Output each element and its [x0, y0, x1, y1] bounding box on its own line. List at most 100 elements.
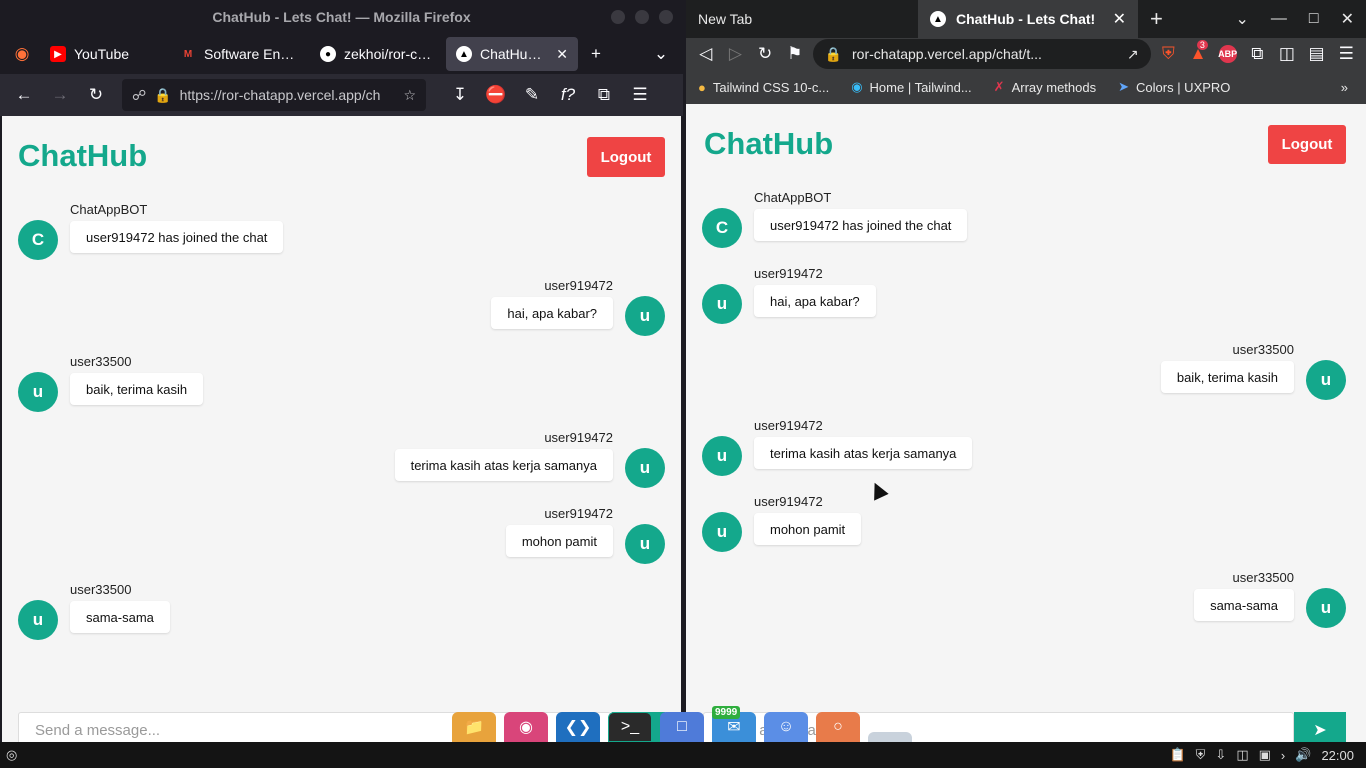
ublock-icon[interactable]: ⛔: [480, 79, 512, 111]
tab-label: ChatHub - Lets Chat!: [480, 46, 548, 62]
menu-icon[interactable]: ☰: [1334, 38, 1358, 70]
avatar: u: [18, 372, 58, 412]
adblock-icon[interactable]: ABP: [1216, 38, 1240, 70]
window-app-icon[interactable]: □: [660, 712, 704, 742]
desktop: ChatHub - Lets Chat! — Mozilla Firefox ◉…: [0, 0, 1366, 768]
github-icon: ●: [320, 46, 336, 62]
close-button[interactable]: [659, 10, 673, 24]
message-bubble: hai, apa kabar?: [754, 285, 876, 317]
tab-new-tab[interactable]: New Tab: [686, 0, 918, 38]
avatar: C: [18, 220, 58, 260]
send-icon: ➤: [1313, 722, 1327, 739]
brave-rewards-icon[interactable]: ▲ 3: [1186, 38, 1210, 70]
brave-tab-strip: New Tab ▲ ChatHub - Lets Chat! ✕ + ⌄ — □…: [686, 0, 1366, 38]
forward-icon[interactable]: ▷: [724, 38, 748, 70]
tab-list-icon[interactable]: ⌄: [645, 38, 677, 70]
message-bubble: mohon pamit: [754, 513, 862, 545]
avatar: u: [702, 284, 742, 324]
mail-app-icon[interactable]: 9999 ✉: [712, 706, 756, 742]
back-icon[interactable]: ←: [8, 79, 40, 111]
wallet-icon[interactable]: ▤: [1305, 38, 1329, 70]
shield-icon: ☍: [132, 86, 147, 103]
chevron-right-icon[interactable]: ›: [1281, 748, 1285, 763]
forward-icon[interactable]: →: [44, 79, 76, 111]
address-bar[interactable]: ☍ 🔒 https://ror-chatapp.vercel.app/ch ☆: [122, 79, 426, 111]
message-username: user919472: [754, 418, 823, 433]
share-icon[interactable]: ↗: [1127, 46, 1139, 63]
storage-icon[interactable]: ◫: [1236, 747, 1248, 763]
tab-label: ChatHub - Lets Chat!: [956, 11, 1096, 27]
address-bar[interactable]: 🔒 ror-chatapp.vercel.app/chat/t... ↗: [812, 39, 1151, 69]
brave-shields-icon[interactable]: ⛨: [1157, 38, 1181, 70]
tab-gmail[interactable]: M Software Engine: [170, 37, 308, 71]
message-row: C ChatAppBOT user919472 has joined the cha…: [702, 190, 1346, 250]
message-bubble: baik, terima kasih: [1160, 361, 1294, 393]
trash-app-icon[interactable]: [868, 732, 912, 742]
volume-icon[interactable]: 🔊: [1295, 747, 1311, 763]
close-tab-icon[interactable]: ✕: [556, 46, 568, 63]
new-tab-icon[interactable]: +: [580, 38, 612, 70]
terminal-app-icon[interactable]: >_: [608, 712, 652, 742]
updates-icon[interactable]: ⇩: [1215, 747, 1226, 763]
clipboard-icon[interactable]: 📋: [1169, 747, 1185, 763]
function-icon[interactable]: f?: [552, 79, 584, 111]
podcast-app-icon[interactable]: ○: [816, 712, 860, 742]
vscode-app-icon[interactable]: ❮❯: [556, 712, 600, 742]
clock: 22:00: [1321, 747, 1354, 763]
firefox-window: ChatHub - Lets Chat! — Mozilla Firefox ◉…: [0, 0, 683, 742]
new-tab-icon[interactable]: +: [1150, 6, 1163, 32]
minimize-button[interactable]: —: [1271, 10, 1287, 28]
extensions-icon[interactable]: ⧉: [1245, 38, 1269, 70]
tab-search-icon[interactable]: ⌄: [1236, 9, 1249, 29]
message-username: user919472: [754, 266, 823, 281]
app-launcher-icon[interactable]: ◎: [0, 747, 17, 763]
firefox-menu-icon[interactable]: ◉: [6, 38, 38, 70]
message-row: u user919472 terima kasih atas kerja saman…: [18, 430, 665, 490]
more-bookmarks-icon[interactable]: »: [1341, 80, 1348, 95]
bookmark-uxpro-colors[interactable]: ➤ Colors | UXPRO: [1118, 79, 1230, 95]
sidebar-icon[interactable]: ◫: [1275, 38, 1299, 70]
color-picker-icon[interactable]: ✎: [516, 79, 548, 111]
avatar: u: [702, 512, 742, 552]
send-button[interactable]: ➤: [1294, 712, 1346, 742]
message-username: user33500: [1232, 342, 1294, 357]
message-username: user33500: [70, 354, 132, 369]
shield-tray-icon[interactable]: ⛨: [1196, 747, 1206, 763]
bookmark-array-methods[interactable]: ✗ Array methods: [994, 79, 1096, 95]
reload-icon[interactable]: ↻: [753, 38, 777, 70]
maximize-button[interactable]: [635, 10, 649, 24]
tab-youtube[interactable]: ▶ YouTube: [40, 37, 168, 71]
firefox-app-icon[interactable]: ◉: [504, 712, 548, 742]
close-tab-icon[interactable]: ✕: [1113, 9, 1126, 29]
bookmark-star-icon[interactable]: ☆: [403, 87, 416, 104]
bookmark-icon[interactable]: ⚑: [783, 38, 807, 70]
message-row: u user919472 mohon pamit: [18, 506, 665, 566]
reload-icon[interactable]: ↻: [80, 79, 112, 111]
downloads-icon[interactable]: ↧: [444, 79, 476, 111]
chat-page: ChatHub Logout C ChatAppBOT user919472 has…: [686, 104, 1366, 742]
message-username: ChatAppBOT: [70, 202, 148, 217]
discord-app-icon[interactable]: ☺: [764, 712, 808, 742]
close-button[interactable]: ✕: [1341, 9, 1354, 29]
logout-button[interactable]: Logout: [1268, 125, 1346, 164]
dock-badge: 9999: [712, 706, 741, 719]
lock-icon: 🔒: [154, 86, 172, 103]
back-icon[interactable]: ◁: [694, 38, 718, 70]
avatar: u: [625, 524, 665, 564]
bookmark-tailwind-course[interactable]: ● Tailwind CSS 10-c...: [698, 80, 829, 95]
message-row: u user919472 mohon pamit: [702, 494, 1346, 554]
tab-chathub[interactable]: ▲ ChatHub - Lets Chat! ✕: [918, 0, 1138, 38]
maximize-button[interactable]: □: [1309, 10, 1319, 28]
extensions-icon[interactable]: ⧉: [588, 79, 620, 111]
tab-chathub[interactable]: ▲ ChatHub - Lets Chat! ✕: [446, 37, 578, 71]
tab-github[interactable]: ● zekhoi/ror-chat: [310, 37, 444, 71]
files-app-icon[interactable]: 📁: [452, 712, 496, 742]
bookmark-tailwind-home[interactable]: ◉ Home | Tailwind...: [851, 79, 971, 95]
bookmark-label: Tailwind CSS 10-c...: [712, 79, 830, 95]
message-username: ChatAppBOT: [754, 190, 832, 205]
minimize-button[interactable]: [611, 10, 625, 24]
hamburger-menu-icon[interactable]: ☰: [624, 79, 656, 111]
network-icon[interactable]: ▣: [1259, 747, 1271, 763]
url-text: ror-chatapp.vercel.app/chat/t...: [852, 46, 1042, 62]
logout-button[interactable]: Logout: [587, 137, 665, 177]
